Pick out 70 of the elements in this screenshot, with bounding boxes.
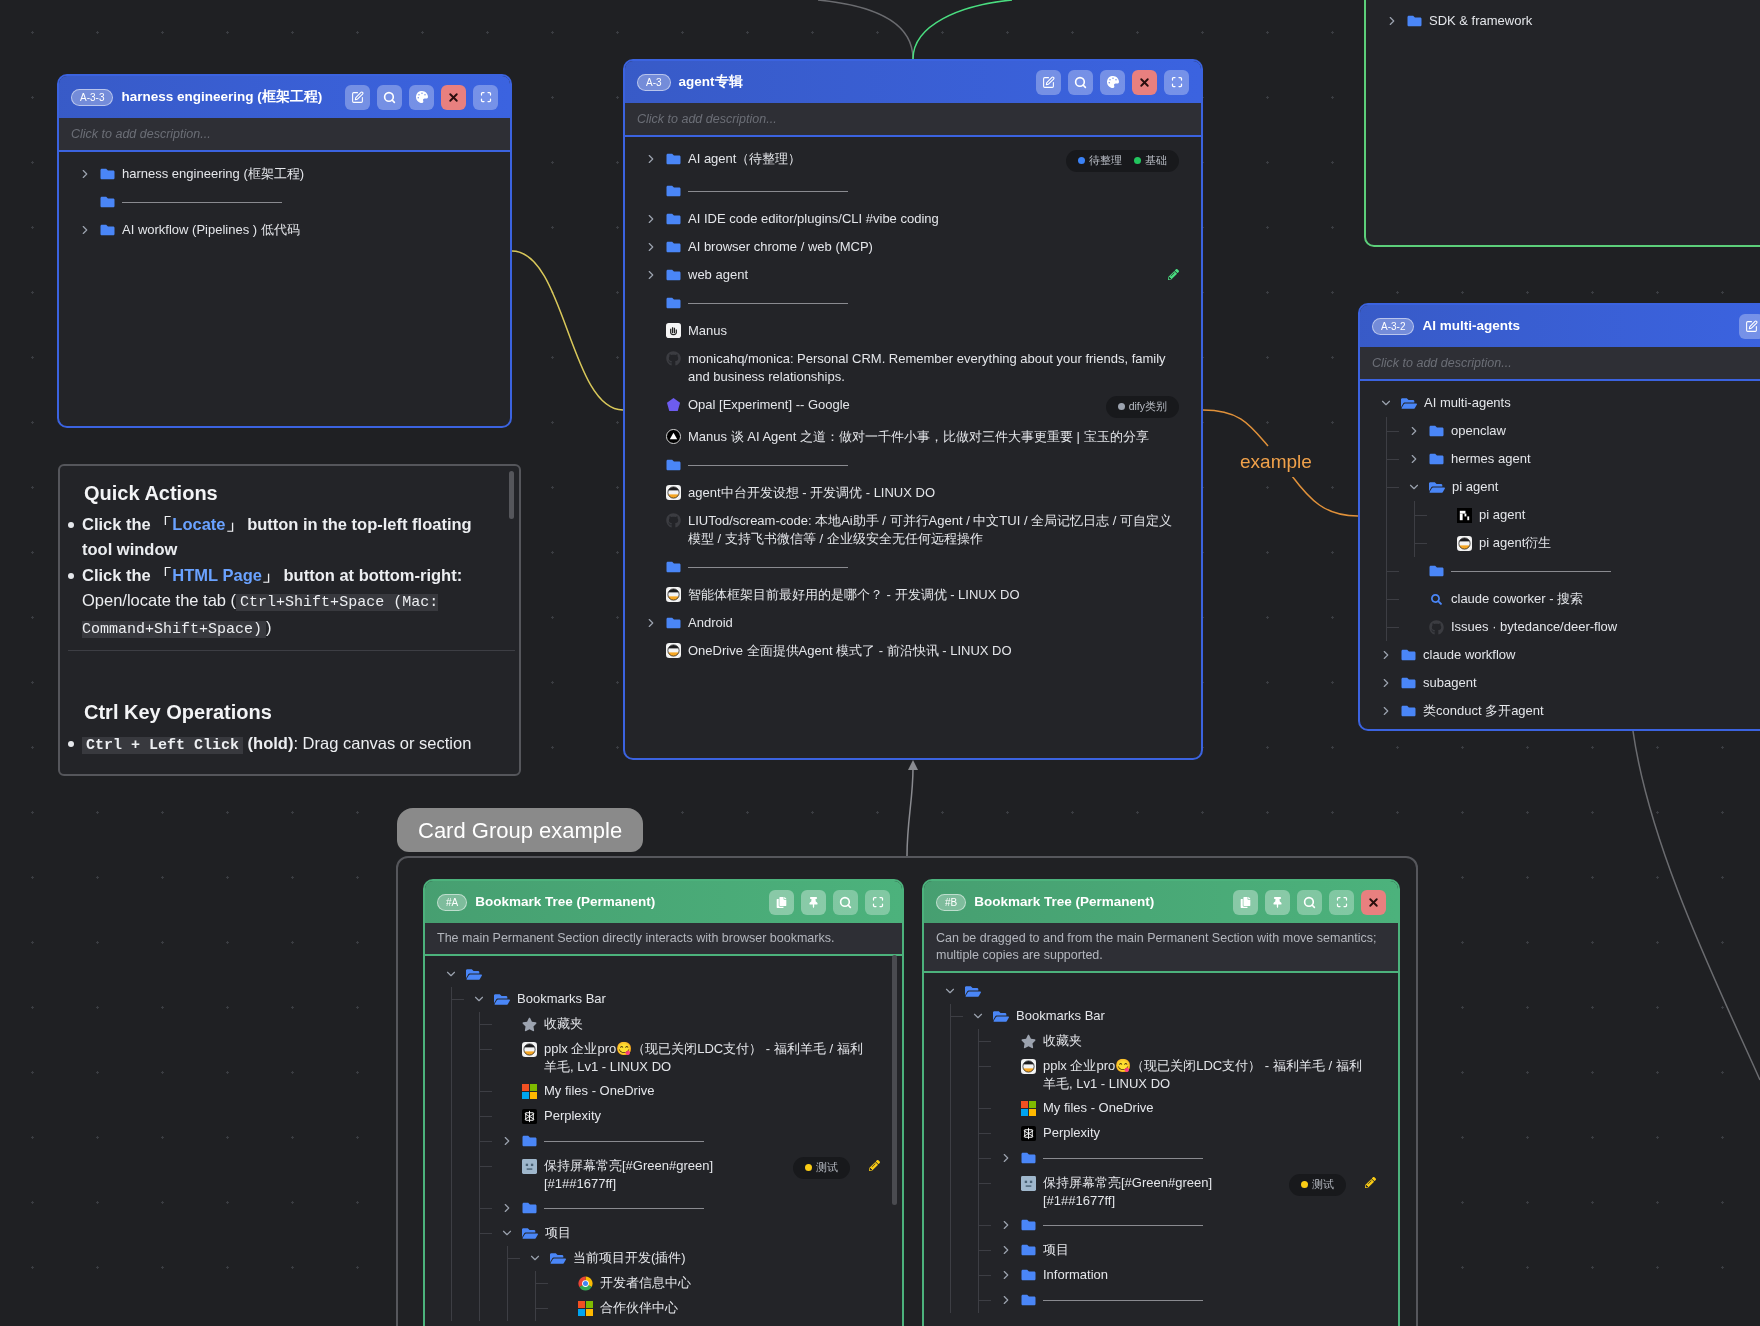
folder-name[interactable]: Bookmarks Bar bbox=[517, 990, 606, 1008]
folder-name[interactable]: openclaw bbox=[1451, 422, 1506, 440]
section-badge: A-3-2 bbox=[1372, 317, 1415, 335]
description-field[interactable]: Click to add description... bbox=[1360, 347, 1760, 381]
folder-name[interactable]: 当前项目开发(插件) bbox=[573, 1249, 686, 1267]
link[interactable]: HTML Page bbox=[172, 566, 262, 584]
card-title: Bookmark Tree (Permanent) bbox=[974, 892, 1155, 911]
folder-name[interactable]: AI IDE code editor/plugins/CLI #vibe coding bbox=[688, 209, 939, 228]
group-title: Card Group example bbox=[397, 808, 644, 852]
bookmark-title[interactable]: 收藏夹 bbox=[1043, 1032, 1082, 1050]
folder-name[interactable]: web agent bbox=[688, 265, 748, 284]
bookmark-title[interactable]: Perplexity bbox=[1043, 1124, 1101, 1142]
bookmark-title[interactable]: LIUTod/scream-code: 本地Ai助手 / 可并行Agent / 中文TUI / 全局记忆日志 / 可自定义模型 / 支持飞书微信等 / 企业级安全无任何远程操作 bbox=[688, 511, 1172, 548]
card-title: Bookmark Tree (Permanent) bbox=[475, 892, 656, 911]
bookmark-title[interactable]: pi agent衍生 bbox=[1479, 534, 1552, 552]
bookmark-title[interactable]: Perplexity bbox=[544, 1107, 602, 1125]
folder-name[interactable]: AI agent（待整理） bbox=[688, 150, 802, 168]
bookmark-title[interactable]: 收藏夹 bbox=[544, 1015, 583, 1033]
bullet-text: Click the 「HTML Page」 button at bottom-right: Open/locate the tab ( Ctrl+Shift+Space (Mac: Command+Shift+Space) ) bbox=[82, 565, 464, 640]
folder-name[interactable]: 项目 bbox=[545, 1224, 571, 1242]
bookmark-title[interactable]: Issues · bytedance/deer-flow bbox=[1451, 618, 1618, 636]
folder-name[interactable]: claude workflow bbox=[1423, 646, 1516, 664]
bookmark-title[interactable]: My files - OneDrive bbox=[1043, 1099, 1154, 1117]
section-badge: #A bbox=[437, 893, 468, 911]
folder-name[interactable]: hermes agent bbox=[1451, 450, 1531, 468]
tag[interactable]: 待整理 bbox=[1074, 153, 1126, 169]
card-description: Can be dragged to and from the main Permanent Section with move semantics; multiple copies are supported. bbox=[936, 930, 1378, 964]
link[interactable]: Locate bbox=[172, 515, 226, 533]
bookmark-title[interactable]: pi agent bbox=[1479, 506, 1526, 524]
bookmark-title[interactable]: My files - OneDrive bbox=[544, 1082, 655, 1100]
bookmark-title[interactable]: 开发者信息中心 bbox=[600, 1274, 691, 1292]
bookmark-title[interactable]: monicahq/monica: Personal CRM. Remember everything about your friends, family and business relationships. bbox=[688, 349, 1172, 386]
bookmark-title[interactable]: Manus bbox=[688, 321, 728, 340]
bookmark-title[interactable]: 保持屏幕常亮[#Green#green][#1##1677ff] bbox=[1043, 1174, 1267, 1210]
tag[interactable]: 基础 bbox=[1130, 153, 1171, 169]
card-title: AI multi-agents bbox=[1422, 316, 1520, 335]
folder-name[interactable]: SDK & framework bbox=[1429, 12, 1533, 30]
bookmark-title[interactable]: 智能体框架目前最好用的是哪个？ - 开发调优 - LINUX DO bbox=[688, 585, 1020, 604]
card-description: The main Permanent Section directly interacts with browser bookmarks. bbox=[437, 930, 836, 947]
folder-name[interactable]: AI multi-agents bbox=[1424, 394, 1511, 412]
folder-name[interactable]: 类conduct 多开agent bbox=[1423, 702, 1544, 720]
section-badge: #B bbox=[936, 893, 967, 911]
folder-name[interactable]: AI browser chrome / web (MCP) bbox=[688, 237, 873, 256]
bookmark-title[interactable]: 保持屏幕常亮[#Green#green][#1##1677ff] bbox=[544, 1157, 771, 1193]
card-title: harness engineering (框架工程) bbox=[121, 87, 323, 106]
bookmark-title[interactable]: pplx 企业pro😋（现已关闭LDC支付） - 福利羊毛 / 福利羊毛, Lv1 - LINUX DO bbox=[1043, 1057, 1369, 1093]
note-heading: Ctrl Key Operations bbox=[83, 700, 273, 725]
description-field[interactable]: Click to add description... bbox=[59, 118, 510, 152]
bookmark-title[interactable]: agent中台开发设想 - 开发调优 - LINUX DO bbox=[688, 483, 936, 502]
bullet-text: Click the 「Locate」 button in the top-left floating tool window bbox=[82, 514, 473, 560]
section-badge: A-3-3 bbox=[71, 88, 114, 106]
folder-name[interactable]: AI workflow (Pipelines ) 低代码 bbox=[122, 221, 300, 239]
folder-name[interactable]: Android bbox=[688, 613, 733, 632]
folder-name[interactable]: subagent bbox=[1423, 674, 1477, 692]
card-title: agent专辑 bbox=[678, 72, 743, 91]
folder-name[interactable]: Bookmarks Bar bbox=[1016, 1007, 1105, 1025]
bookmark-title[interactable]: Opal [Experiment] -- Google bbox=[688, 395, 850, 414]
description-field[interactable]: Click to add description... bbox=[625, 103, 1201, 137]
bullet-text: Ctrl + Left Click (hold): Drag canvas or section bbox=[82, 731, 472, 758]
folder-name[interactable]: Information bbox=[1043, 1266, 1109, 1284]
folder-name[interactable]: 项目 bbox=[1043, 1241, 1069, 1259]
bookmark-title[interactable]: pplx 企业pro😋（现已关闭LDC支付） - 福利羊毛 / 福利羊毛, Lv1 - LINUX DO bbox=[544, 1040, 873, 1076]
bookmark-title[interactable]: claude coworker - 搜索 bbox=[1451, 590, 1584, 608]
folder-name[interactable]: pi agent bbox=[1452, 478, 1499, 496]
section-badge: A-3 bbox=[637, 73, 671, 91]
bookmark-title[interactable]: Manus 谈 AI Agent 之道：做对一千件小事，比做对三件大事更重要 | 宝玉的分享 bbox=[688, 427, 1149, 446]
note-heading: Quick Actions bbox=[83, 481, 219, 506]
folder-name[interactable]: harness engineering (框架工程) bbox=[122, 165, 305, 183]
bookmark-title[interactable]: OneDrive 全面提供Agent 模式了 - 前沿快讯 - LINUX DO bbox=[688, 641, 1012, 660]
bookmark-title[interactable]: 合作伙伴中心 bbox=[600, 1299, 678, 1317]
